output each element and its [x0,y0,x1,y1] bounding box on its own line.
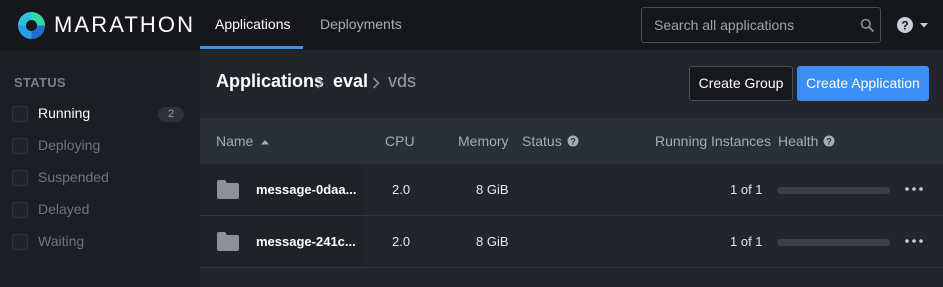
filter-waiting[interactable]: Waiting [12,230,192,254]
column-name-label: Name [216,133,254,149]
sort-ascending-icon [261,140,270,145]
breadcrumb-vds: vds [388,71,417,91]
folder-icon [217,180,239,199]
chevron-right-icon [316,77,324,89]
filter-suspended[interactable]: Suspended [12,166,192,190]
checkbox[interactable] [12,234,28,250]
column-name[interactable]: Name [216,118,270,164]
search-box [641,7,881,43]
sidebar-title: STATUS [14,75,66,90]
column-running-instances[interactable]: Running Instances [655,118,771,164]
filter-label: Waiting [38,233,85,249]
column-status-label: Status [522,133,562,149]
column-memory[interactable]: Memory [458,118,509,164]
memory-value: 8 GiB [476,234,509,249]
count-badge: 2 [158,107,184,122]
svg-text:?: ? [901,19,908,33]
filter-delayed[interactable]: Delayed [12,198,192,222]
checkbox[interactable] [12,106,28,122]
column-health[interactable]: Health ? [778,118,835,164]
cpu-value: 2.0 [392,182,411,197]
folder-icon [217,232,239,251]
column-cpu[interactable]: CPU [385,118,415,164]
more-options-icon[interactable] [904,234,924,248]
search-icon[interactable] [860,18,874,32]
column-status[interactable]: Status ? [522,118,579,164]
brand-name[interactable]: MARATHON [54,11,195,39]
filter-label: Deploying [38,137,101,153]
checkbox[interactable] [12,170,28,186]
search-input[interactable] [642,8,852,42]
breadcrumb-eval[interactable]: eval [333,71,368,92]
health-bar [777,187,890,194]
create-group-button[interactable]: Create Group [689,66,793,101]
info-question-icon[interactable]: ? [823,135,835,147]
table-row[interactable]: message-0daa... 2.0 8 GiB 1 of 1 [200,164,943,216]
filter-deploying[interactable]: Deploying [12,134,192,158]
info-question-icon[interactable]: ? [567,135,579,147]
main-content: Applications eval vds Create Group Creat… [200,50,943,287]
health-bar [777,239,890,246]
cpu-value: 2.0 [392,234,411,249]
marathon-logo-icon[interactable] [17,11,46,40]
table-header: Name CPU Memory Status ? Running Instanc… [200,118,943,164]
active-tab-indicator [200,46,303,49]
table-row[interactable]: message-241c... 2.0 8 GiB 1 of 1 [200,216,943,268]
filter-label: Suspended [38,169,109,185]
filter-label: Delayed [38,201,90,217]
column-health-label: Health [778,133,819,149]
memory-value: 8 GiB [476,182,509,197]
chevron-right-icon [372,77,380,89]
more-options-icon[interactable] [904,182,924,196]
app-name-link[interactable]: message-241c... [256,216,356,267]
svg-text:?: ? [570,136,576,146]
help-menu-button[interactable]: ? [896,15,932,35]
breadcrumb-applications[interactable]: Applications [216,71,324,92]
top-navbar: MARATHON Applications Deployments ? [0,0,943,50]
app-name-link[interactable]: message-0daa... [256,164,356,215]
instances-value: 1 of 1 [730,234,763,249]
tab-deployments[interactable]: Deployments [320,0,402,50]
create-application-button[interactable]: Create Application [797,66,929,101]
help-circle-icon: ? [897,17,928,33]
tab-applications[interactable]: Applications [215,0,291,50]
checkbox[interactable] [12,138,28,154]
checkbox[interactable] [12,202,28,218]
filter-label: Running [38,105,91,121]
status-sidebar: STATUS Running 2 Deploying Suspended Del… [0,50,200,287]
filter-running[interactable]: Running 2 [12,102,192,126]
svg-text:?: ? [827,136,833,146]
instances-value: 1 of 1 [730,182,763,197]
